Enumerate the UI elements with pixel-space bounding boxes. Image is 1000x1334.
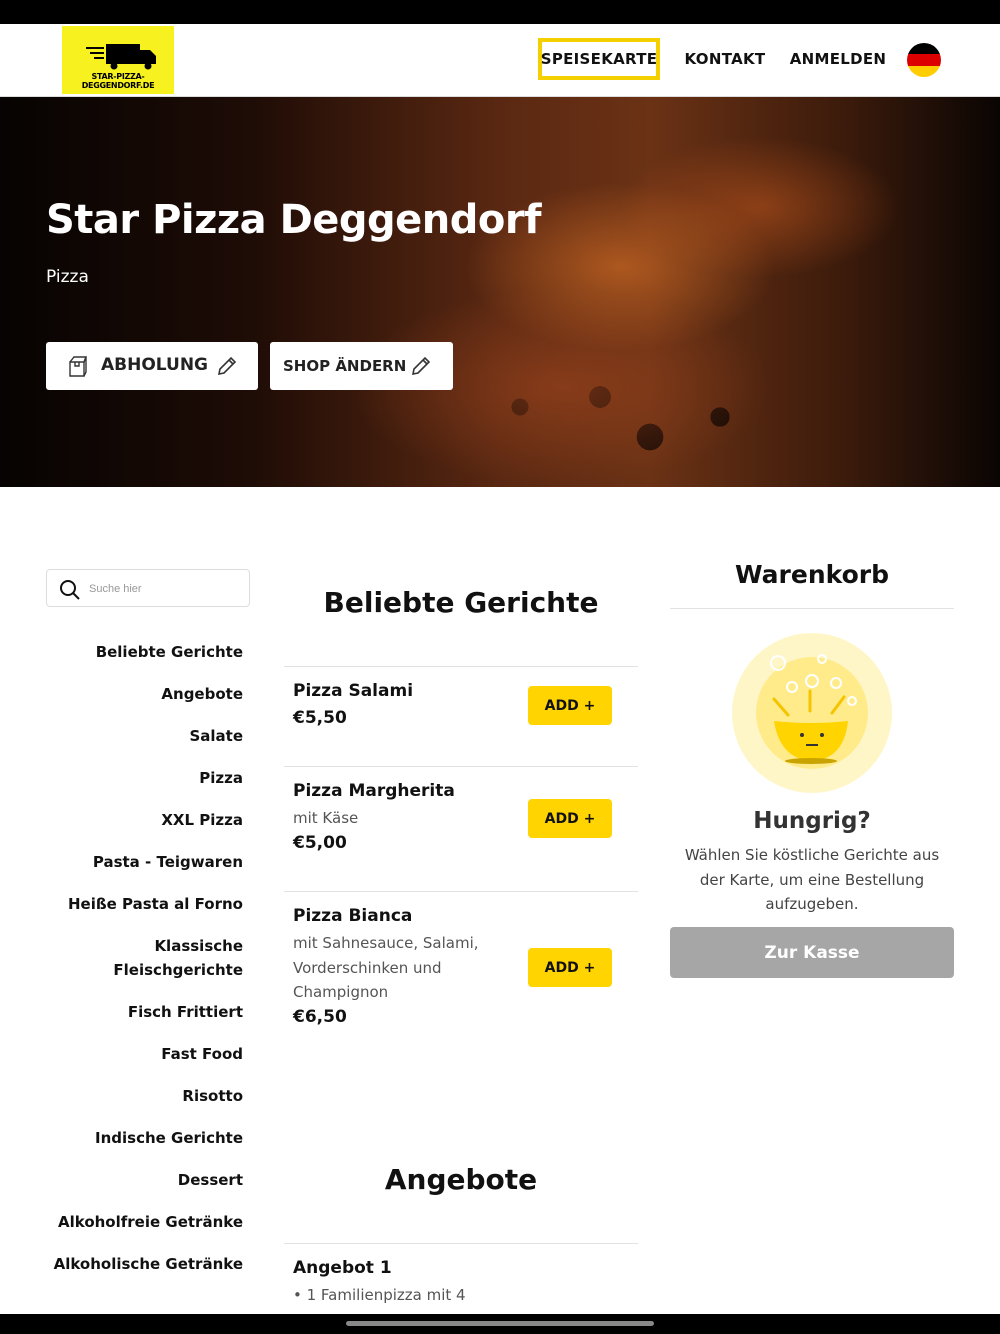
category-fleischgerichte[interactable]: Klassische Fleischgerichte [103,934,243,982]
empty-cart-title: Hungrig? [753,808,871,834]
menu-item-price: €5,50 [293,708,347,728]
category-xxl-pizza[interactable]: XXL Pizza [43,808,243,832]
menu-item-description: mit Sahnesauce, Salami, Vorderschinken u… [293,934,479,1001]
category-beliebte-gerichte[interactable]: Beliebte Gerichte [43,640,243,664]
search-input[interactable] [89,578,239,600]
change-shop-button[interactable]: SHOP ÄNDERN [270,342,453,390]
menu-item-name: Angebot 1 [293,1258,392,1278]
category-pasta[interactable]: Pasta - Teigwaren [43,850,243,874]
menu-item-name: Pizza Salami [293,681,414,701]
hero-banner: Star Pizza Deggendorf Pizza ABHOLUNG SHO… [0,97,1000,487]
delivery-truck-icon [86,44,156,70]
divider [284,891,638,892]
search-icon [60,580,80,600]
category-indische-gerichte[interactable]: Indische Gerichte [43,1126,243,1150]
checkout-button[interactable]: Zur Kasse [670,927,954,978]
menu-item-price: €5,00 [293,833,347,853]
category-pasta-al-forno[interactable]: Heiße Pasta al Forno [43,892,243,916]
menu-item-price: €6,50 [293,1007,347,1027]
category-fast-food[interactable]: Fast Food [43,1042,243,1066]
change-shop-label: SHOP ÄNDERN [283,357,407,375]
logo[interactable]: STAR-PIZZA-DEGGENDORF.DE [62,26,174,94]
pickup-button[interactable]: ABHOLUNG [46,342,258,390]
german-flag-icon[interactable] [907,43,941,77]
category-risotto[interactable]: Risotto [43,1084,243,1108]
empty-cart-text: Wählen Sie köstliche Gerichte aus der Ka… [684,846,940,913]
add-to-cart-button[interactable]: ADD + [528,799,612,838]
menu-item-description: mit Käse [293,809,359,827]
menu-item-name: Pizza Bianca [293,906,413,926]
restaurant-category: Pizza [46,267,89,287]
section-title-offers: Angebote [384,1163,538,1196]
category-fisch-frittiert[interactable]: Fisch Frittiert [43,1000,243,1024]
divider [284,666,638,667]
restaurant-title: Star Pizza Deggendorf [46,197,542,243]
category-alkoholische-getraenke[interactable]: Alkoholische Getränke [43,1252,243,1276]
status-bar [0,0,1000,24]
category-salate[interactable]: Salate [43,724,243,748]
nav-anmelden[interactable]: ANMELDEN [786,38,890,80]
nav-speisekarte[interactable]: SPEISEKARTE [538,38,660,80]
logo-text: STAR-PIZZA-DEGGENDORF.DE [81,72,155,90]
section-title-popular: Beliebte Gerichte [323,586,599,619]
category-alkoholfreie-getraenke[interactable]: Alkoholfreie Getränke [43,1210,243,1234]
home-indicator[interactable] [346,1321,654,1326]
category-dessert[interactable]: Dessert [43,1168,243,1192]
pencil-icon [411,356,431,376]
site-header: STAR-PIZZA-DEGGENDORF.DE SPEISEKARTE KON… [0,24,1000,97]
nav-kontakt[interactable]: KONTAKT [678,38,772,80]
divider [670,608,954,609]
menu-item-name: Pizza Margherita [293,781,455,801]
divider [284,766,638,767]
search-box[interactable] [46,569,250,607]
divider [284,1243,638,1244]
pickup-label: ABHOLUNG [101,355,209,375]
add-to-cart-button[interactable]: ADD + [528,686,612,725]
pencil-icon [217,356,237,376]
empty-bowl-icon [732,633,892,793]
cart-title: Warenkorb [735,560,889,589]
category-angebote[interactable]: Angebote [43,682,243,706]
category-pizza[interactable]: Pizza [43,766,243,790]
add-to-cart-button[interactable]: ADD + [528,948,612,987]
menu-item-description: • 1 Familienpizza mit 4 [293,1286,466,1304]
takeaway-bag-icon [69,356,88,377]
